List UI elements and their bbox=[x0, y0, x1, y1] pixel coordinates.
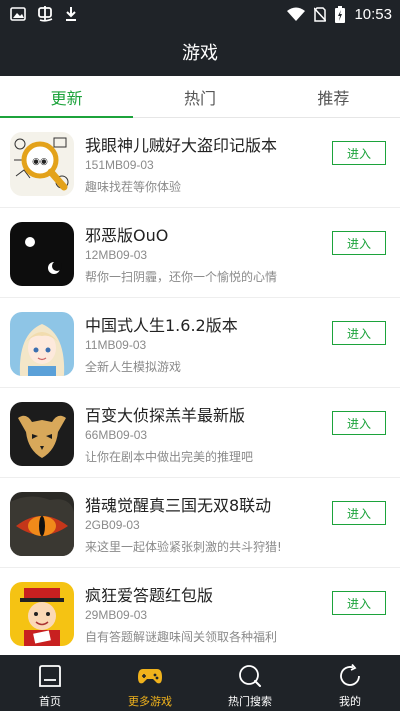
game-description: 来这里一起体验紧张刺激的共斗狩猎! bbox=[85, 540, 282, 554]
list-item[interactable]: 疯狂爱答题红包版 29MB09-03 自有答题解谜趣味闯关领取各种福利 进入 bbox=[0, 568, 400, 655]
nav-hot-search[interactable]: 热门搜索 bbox=[200, 655, 300, 711]
tab-label: 推荐 bbox=[317, 88, 350, 108]
tab-hot[interactable]: 热门 bbox=[133, 76, 266, 117]
game-date: 09-03 bbox=[116, 608, 148, 622]
tab-update[interactable]: 更新 bbox=[0, 76, 134, 118]
dark-face-icon bbox=[10, 222, 74, 286]
game-size: 66MB bbox=[85, 428, 117, 442]
game-date: 09-03 bbox=[116, 428, 148, 442]
game-meta: 2GB09-03 bbox=[85, 518, 140, 532]
search-icon bbox=[237, 663, 263, 689]
nav-more-games[interactable]: 更多游戏 bbox=[100, 655, 200, 711]
game-size: 29MB bbox=[85, 608, 117, 622]
nav-label: 热门搜索 bbox=[228, 695, 272, 708]
enter-button[interactable]: 进入 bbox=[332, 501, 386, 525]
game-description: 趣味找茬等你体验 bbox=[85, 180, 182, 194]
game-date: 09-03 bbox=[109, 518, 140, 532]
game-description: 全新人生模拟游戏 bbox=[85, 360, 182, 374]
profile-refresh-icon bbox=[337, 663, 363, 689]
bottom-nav: 首页 更多游戏 热门搜索 我的 bbox=[0, 655, 400, 711]
download-icon bbox=[64, 6, 78, 22]
game-name: 邪恶版OuO bbox=[85, 226, 169, 245]
dragon-eye-icon bbox=[10, 492, 74, 556]
tab-label: 热门 bbox=[183, 88, 216, 108]
nav-label: 我的 bbox=[339, 695, 361, 708]
enter-button[interactable]: 进入 bbox=[332, 591, 386, 615]
game-size: 12MB bbox=[85, 248, 117, 262]
game-name: 百变大侦探羔羊最新版 bbox=[85, 406, 246, 425]
game-description: 自有答题解谜趣味闯关领取各种福利 bbox=[85, 630, 278, 644]
image-icon bbox=[10, 7, 26, 21]
magnifier-doodle-icon: ◉◉ bbox=[10, 132, 74, 196]
game-meta: 11MB09-03 bbox=[85, 338, 146, 352]
enter-button[interactable]: 进入 bbox=[332, 411, 386, 435]
title-bar: 游戏 bbox=[0, 28, 400, 76]
lamb-mask-icon bbox=[10, 402, 74, 466]
list-item[interactable]: 邪恶版OuO 12MB09-03 帮你一扫阴霾，还你一个愉悦的心情 进入 bbox=[0, 208, 400, 298]
bug-icon bbox=[36, 6, 54, 22]
emperor-cartoon-icon bbox=[10, 582, 74, 646]
game-date: 09-03 bbox=[123, 158, 154, 172]
game-name: 疯狂爱答题红包版 bbox=[85, 586, 214, 605]
tab-recommend[interactable]: 推荐 bbox=[267, 76, 400, 117]
home-icon bbox=[37, 663, 63, 689]
enter-button[interactable]: 进入 bbox=[332, 141, 386, 165]
game-size: 11MB bbox=[85, 338, 116, 352]
game-date: 09-03 bbox=[116, 248, 148, 262]
tab-label: 更新 bbox=[50, 88, 83, 108]
list-item[interactable]: 百变大侦探羔羊最新版 66MB09-03 让你在剧本中做出完美的推理吧 进入 bbox=[0, 388, 400, 478]
game-name: 中国式人生1.6.2版本 bbox=[85, 316, 238, 335]
enter-button[interactable]: 进入 bbox=[332, 321, 386, 345]
svg-text:◉◉: ◉◉ bbox=[32, 157, 48, 167]
tab-bar: 更新 热门 推荐 bbox=[0, 76, 400, 118]
game-size: 151MB bbox=[85, 158, 124, 172]
list-item[interactable]: ◉◉ 我眼神儿贼好大盗印记版本 151MB09-03 趣味找茬等你体验 进入 bbox=[0, 118, 400, 208]
game-meta: 66MB09-03 bbox=[85, 428, 147, 442]
game-name: 我眼神儿贼好大盗印记版本 bbox=[85, 136, 278, 155]
nav-label: 首页 bbox=[39, 695, 61, 708]
nav-home[interactable]: 首页 bbox=[0, 655, 100, 711]
game-meta: 151MB09-03 bbox=[85, 158, 154, 172]
enter-button[interactable]: 进入 bbox=[332, 231, 386, 255]
game-name: 猎魂觉醒真三国无双8联动 bbox=[85, 496, 272, 515]
game-description: 帮你一扫阴霾，还你一个愉悦的心情 bbox=[85, 270, 278, 284]
status-bar: 10:53 bbox=[0, 0, 400, 28]
list-item[interactable]: 猎魂觉醒真三国无双8联动 2GB09-03 来这里一起体验紧张刺激的共斗狩猎! … bbox=[0, 478, 400, 568]
battery-charging-icon bbox=[335, 5, 346, 23]
game-size: 2GB bbox=[85, 518, 110, 532]
page-title: 游戏 bbox=[182, 43, 218, 64]
wifi-icon bbox=[287, 7, 306, 21]
game-description: 让你在剧本中做出完美的推理吧 bbox=[85, 450, 254, 464]
game-list: ◉◉ 我眼神儿贼好大盗印记版本 151MB09-03 趣味找茬等你体验 进入 邪… bbox=[0, 118, 400, 655]
anime-girl-icon bbox=[10, 312, 74, 376]
status-time: 10:53 bbox=[354, 5, 392, 23]
game-meta: 12MB09-03 bbox=[85, 248, 147, 262]
game-date: 09-03 bbox=[115, 338, 147, 352]
game-meta: 29MB09-03 bbox=[85, 608, 147, 622]
list-item[interactable]: 中国式人生1.6.2版本 11MB09-03 全新人生模拟游戏 进入 bbox=[0, 298, 400, 388]
no-sim-icon bbox=[314, 6, 327, 22]
gamepad-icon bbox=[137, 663, 163, 689]
nav-label: 更多游戏 bbox=[128, 695, 172, 708]
nav-mine[interactable]: 我的 bbox=[300, 655, 400, 711]
